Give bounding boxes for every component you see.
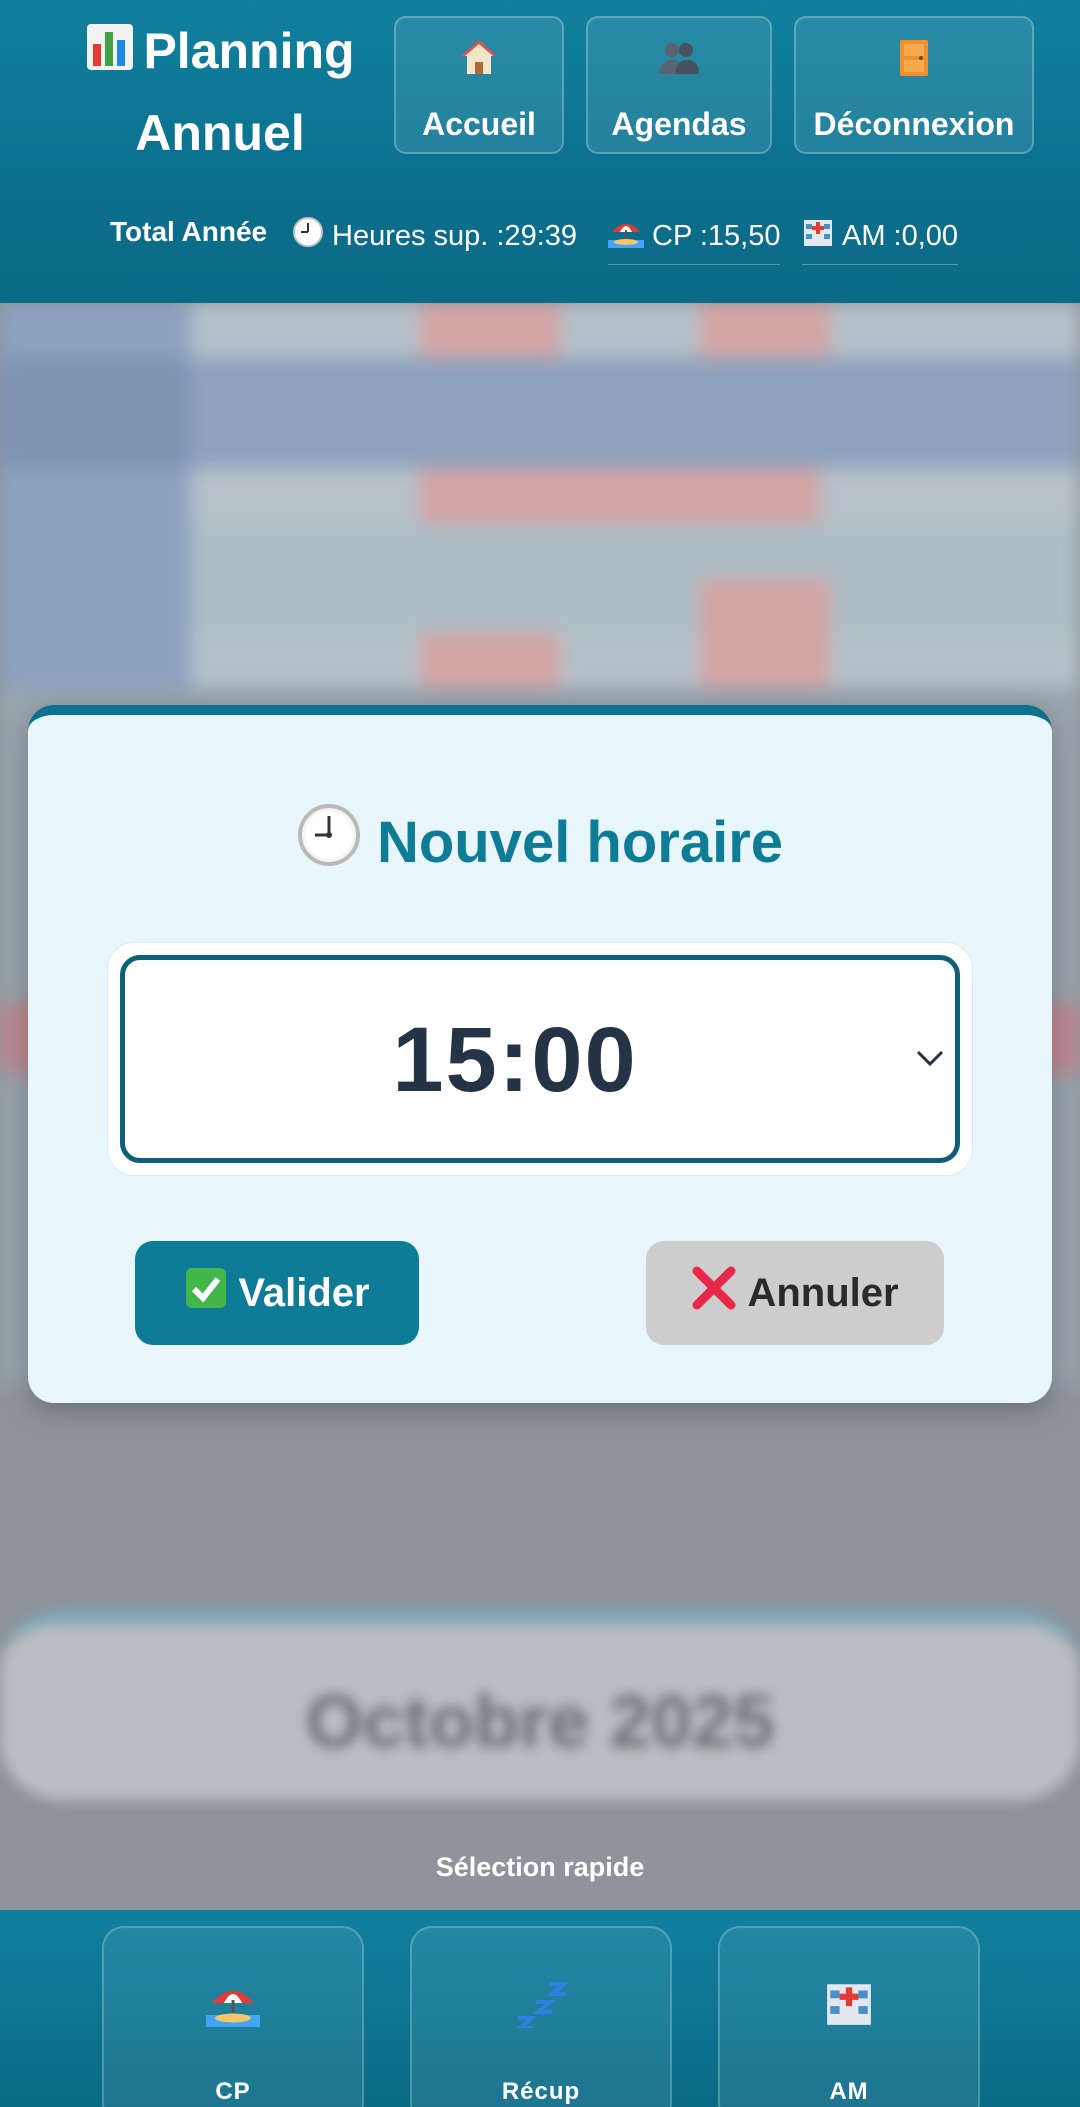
hospital-icon [802, 216, 834, 256]
check-mark-icon [184, 1266, 228, 1320]
quick-select-title: Sélection rapide [435, 1852, 645, 1882]
quick-select-bar: CP Récup AM [0, 1910, 1080, 2107]
blurred-month-header: Octobre 2025 [0, 1610, 1080, 1800]
new-time-modal: Nouvel horaire 15:00 Valider Annuler [28, 705, 1052, 1403]
time-value: 15:00 [392, 1009, 638, 1111]
nav-logout-button[interactable]: Déconnexion [794, 16, 1034, 154]
cross-mark-icon [691, 1265, 737, 1321]
beach-umbrella-icon [608, 216, 644, 256]
quick-cp-button[interactable]: CP [102, 1926, 364, 2107]
quick-am-button[interactable]: AM [718, 1926, 980, 2107]
clock-icon [292, 216, 324, 256]
totals-am: AM :0,00 [802, 216, 959, 265]
totals-label: Total Année [110, 216, 268, 247]
cancel-button[interactable]: Annuler [646, 1241, 944, 1345]
top-header: Planning Annuel Accueil Agendas Déconnex… [0, 0, 1080, 303]
bar-chart-icon [85, 16, 135, 94]
sleep-zzz-icon [412, 1978, 670, 2028]
totals-overtime: Heures sup. :29:39 [292, 216, 577, 256]
nav-home-button[interactable]: Accueil [394, 16, 564, 154]
modal-title: Nouvel horaire [28, 803, 1052, 881]
chevron-down-icon [916, 1050, 944, 1067]
hospital-icon [720, 1978, 978, 2028]
people-icon [588, 38, 770, 78]
app-title: Planning Annuel [60, 12, 380, 172]
quick-recup-button[interactable]: Récup [410, 1926, 672, 2107]
clock-icon [297, 803, 361, 881]
validate-button[interactable]: Valider [135, 1241, 419, 1345]
year-totals: Total Année Heures sup. :29:39 CP:15,50… [0, 210, 1080, 270]
totals-cp: CP :15,50 [608, 216, 781, 265]
house-icon [396, 38, 562, 78]
beach-umbrella-icon [104, 1978, 362, 2028]
time-select[interactable]: 15:00 [120, 955, 960, 1163]
nav-agendas-button[interactable]: Agendas [586, 16, 772, 154]
door-icon [796, 38, 1032, 78]
